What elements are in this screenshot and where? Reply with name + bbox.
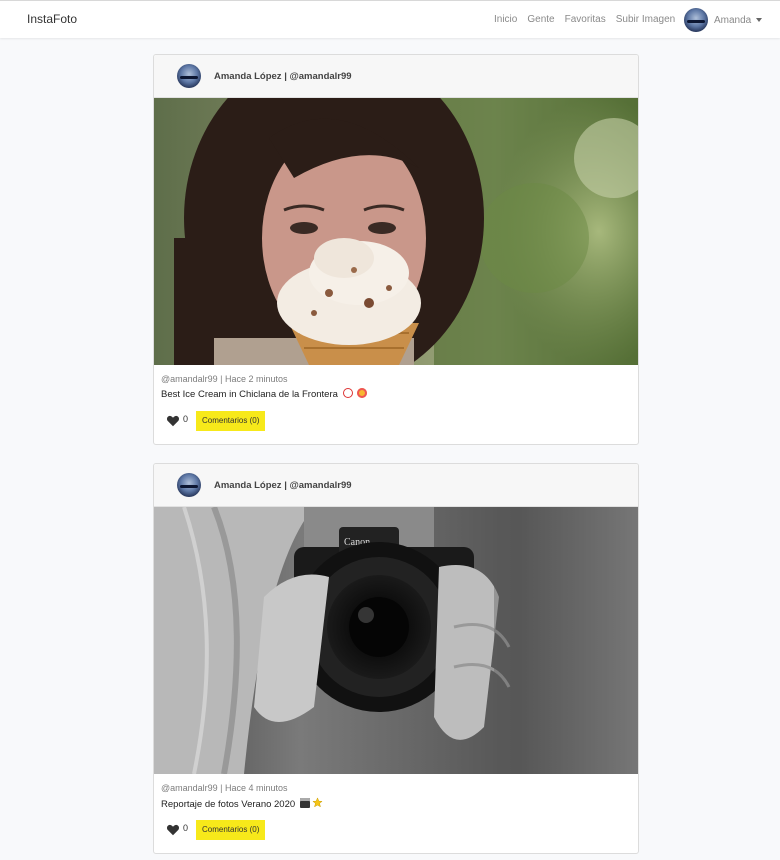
- user-menu[interactable]: Amanda: [684, 8, 763, 32]
- post-actions: 0 Comentarios (0): [166, 820, 266, 840]
- post-description: Best Ice Cream in Chiclana de la Fronter…: [161, 388, 631, 400]
- heart-icon[interactable]: [166, 414, 180, 428]
- user-name: Amanda: [714, 14, 752, 26]
- comments-button[interactable]: Comentarios (0): [196, 411, 266, 431]
- nav-link-favoritas[interactable]: Favoritas: [565, 14, 606, 25]
- post-header: Amanda López | @amandalr99: [154, 55, 638, 98]
- comments-button[interactable]: Comentarios (0): [196, 820, 266, 840]
- like-count: 0: [183, 823, 189, 833]
- post-body: @amandalr99 | Hace 4 minutos Reportaje d…: [154, 774, 638, 853]
- post-photo-camera[interactable]: Canon: [154, 507, 639, 774]
- avatar[interactable]: [177, 64, 201, 88]
- heart-eyes-face-icon: [357, 388, 368, 398]
- brand-logo[interactable]: InstaFoto: [27, 12, 77, 26]
- like-count: 0: [183, 414, 189, 424]
- alarm-clock-icon: [342, 388, 353, 398]
- post-header: Amanda López | @amandalr99: [154, 464, 638, 507]
- avatar: [684, 8, 708, 32]
- post-meta: @amandalr99 | Hace 4 minutos: [161, 783, 288, 793]
- post-card: Amanda López | @amandalr99 @amandalr99 |…: [153, 54, 639, 445]
- post-body: @amandalr99 | Hace 2 minutos Best Ice Cr…: [154, 365, 638, 444]
- nav-link-inicio[interactable]: Inicio: [494, 14, 517, 25]
- post-card: Amanda López | @amandalr99 Canon @amanda…: [153, 463, 639, 854]
- nav-link-subir-imagen[interactable]: Subir Imagen: [616, 14, 675, 25]
- navbar: InstaFoto Inicio Gente Favoritas Subir I…: [0, 0, 780, 38]
- post-description-text: Best Ice Cream in Chiclana de la Fronter…: [161, 389, 338, 400]
- post-description: Reportaje de fotos Verano 2020: [161, 797, 631, 810]
- post-actions: 0 Comentarios (0): [166, 411, 266, 431]
- post-description-text: Reportaje de fotos Verano 2020: [161, 799, 296, 810]
- post-photo-ice-cream[interactable]: [154, 98, 639, 365]
- post-author[interactable]: Amanda López | @amandalr99: [214, 71, 352, 82]
- post-meta: @amandalr99 | Hace 2 minutos: [161, 374, 288, 384]
- nav-links: Inicio Gente Favoritas Subir Imagen: [494, 14, 685, 25]
- heart-icon[interactable]: [166, 823, 180, 837]
- nav-link-gente[interactable]: Gente: [527, 14, 554, 25]
- star-icon: [312, 797, 324, 808]
- avatar[interactable]: [177, 473, 201, 497]
- clapper-board-icon: [299, 798, 310, 808]
- post-author[interactable]: Amanda López | @amandalr99: [214, 480, 352, 491]
- chevron-down-icon: [756, 18, 763, 22]
